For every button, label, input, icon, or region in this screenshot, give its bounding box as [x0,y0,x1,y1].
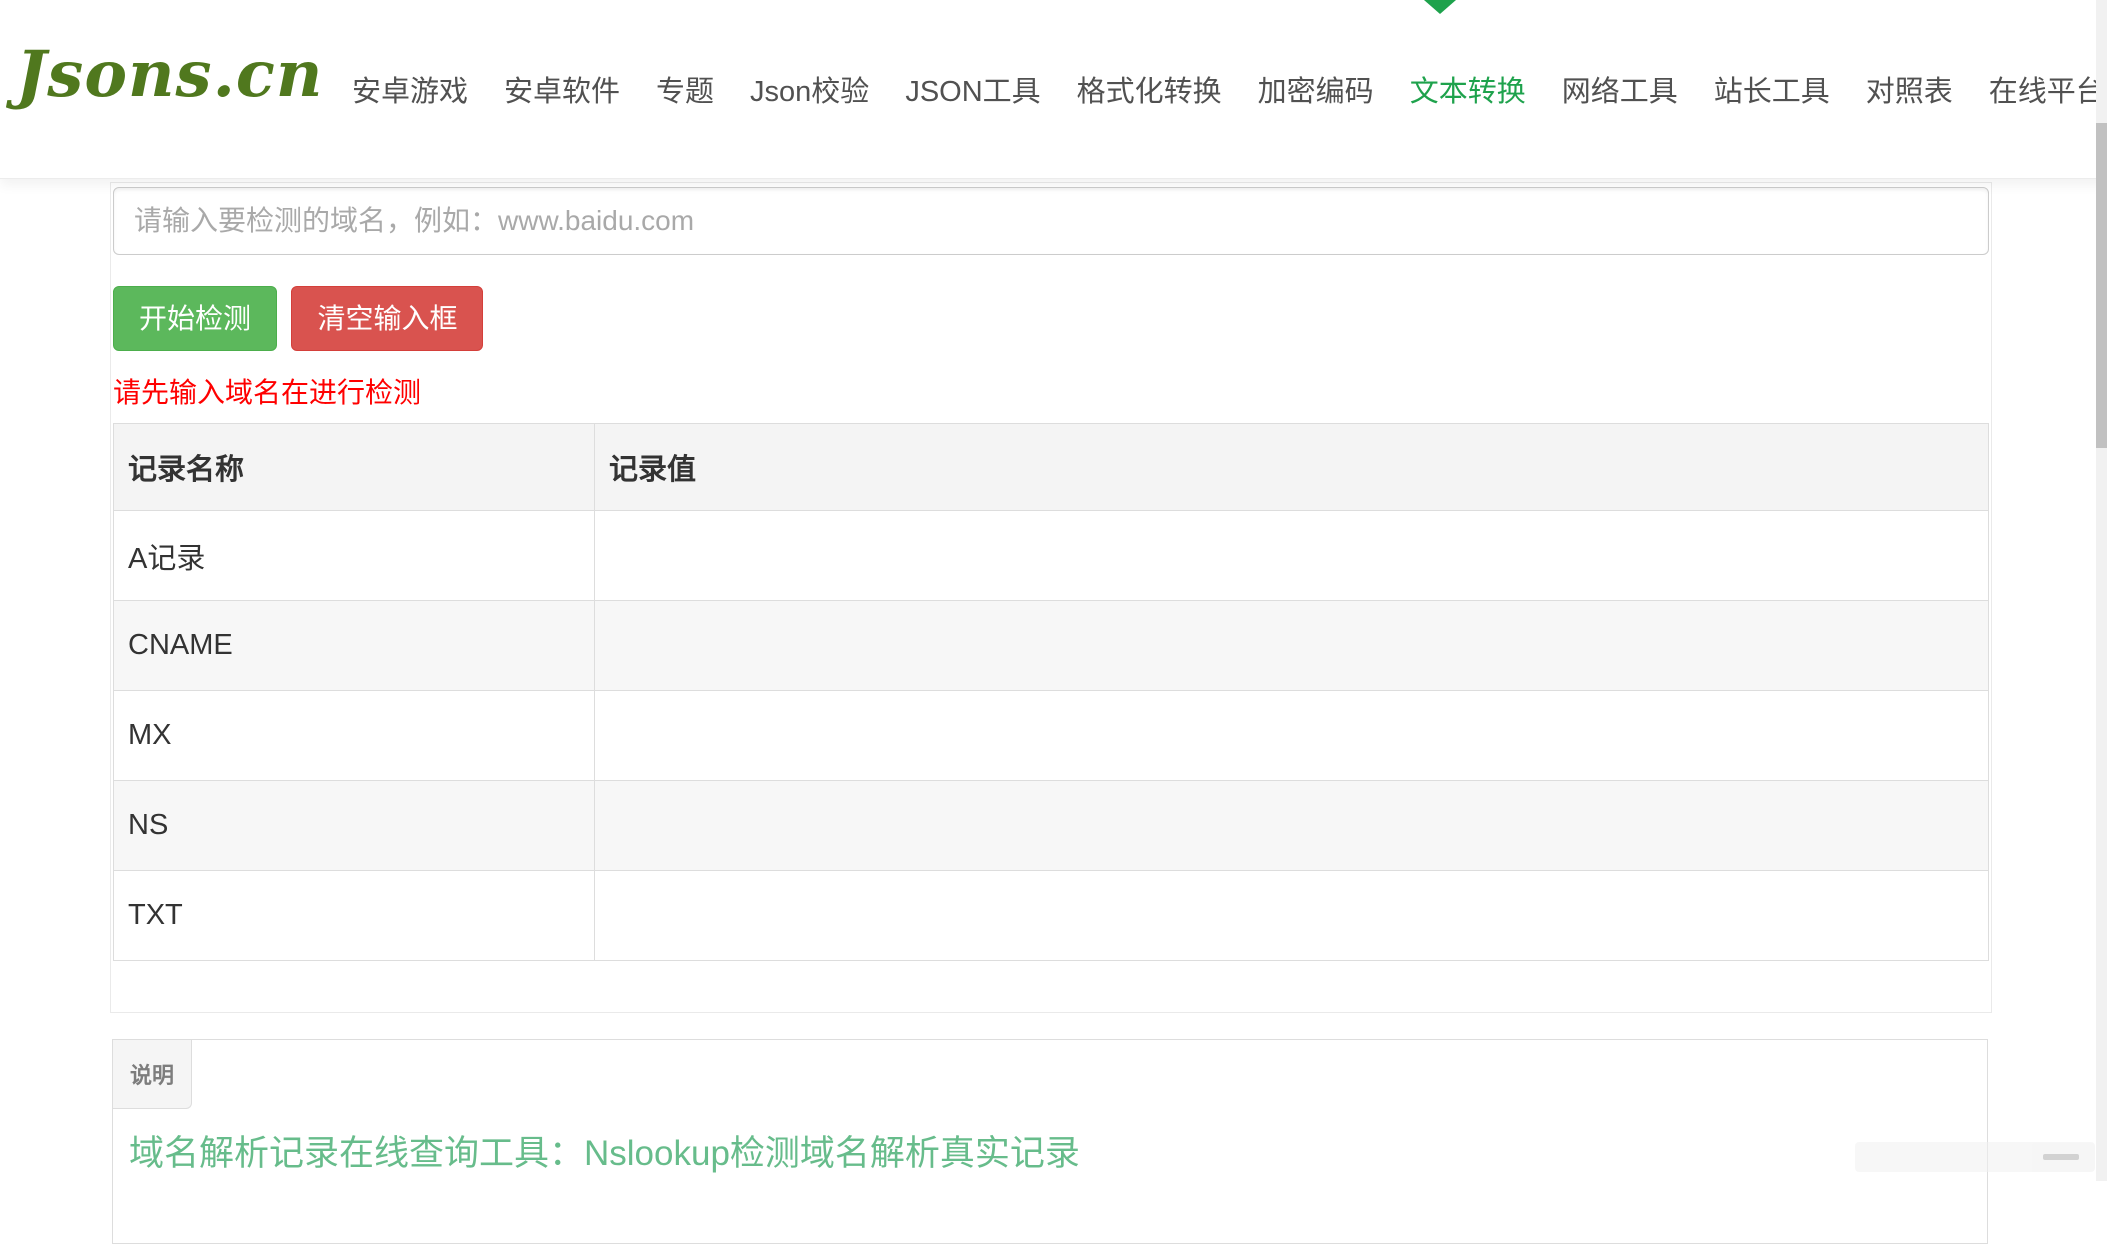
scrollbar-track[interactable] [2096,0,2107,1181]
main-nav: 安卓游戏 安卓软件 专题 Json校验 JSON工具 格式化转换 加密编码 文本转换 网络工具站… [334,0,2107,178]
note-title: 域名解析记录在线查询工具：Nslookup检测域名解析真实记录 [129,1134,1080,1173]
column-header-record-name: 记录名称 [113,423,595,511]
record-name-cell: MX [113,690,595,781]
table-row: A记录 [113,510,1989,601]
nav-item-8[interactable]: 网络工具 [1544,68,1696,110]
record-name-cell: NS [113,780,595,871]
scrollbar-thumb[interactable] [2096,123,2107,448]
active-nav-arrow-icon [1424,0,1456,14]
site-logo[interactable]: Jsons.cn [16,30,323,120]
dns-records-table: 记录名称 记录值 A记录 CNAME MX NS TXT [113,423,1989,961]
clear-input-button[interactable]: 清空输入框 [291,286,484,351]
start-check-button[interactable]: 开始检测 [113,286,278,351]
nav-item-1[interactable]: 安卓软件 [486,68,638,110]
column-header-record-value: 记录值 [594,423,1989,511]
table-row: NS [113,780,1989,871]
site-header: Jsons.cn 安卓游戏 安卓软件 专题 Json校验 JSON工具 格式化转换 加密编码… [0,0,2107,179]
nav-item-5[interactable]: 格式化转换 [1059,68,1240,110]
record-name-cell: A记录 [113,510,595,601]
record-name-cell: TXT [113,870,595,961]
nav-item-2[interactable]: 专题 [638,68,732,110]
note-tab: 说明 [113,1040,192,1109]
lookup-tool-card: 开始检测 清空输入框 请先输入域名在进行检测 记录名称 记录值 A记录CNAME… [110,182,1992,1013]
domain-input[interactable] [113,187,1989,255]
nav-item-0[interactable]: 安卓游戏 [334,68,486,110]
floating-widget [1855,1142,2095,1172]
nav-item-11[interactable]: 在线平台 [1971,68,2107,110]
nav-item-10[interactable]: 对照表 [1848,68,1971,110]
record-value-cell [594,510,1989,601]
nav-item-3[interactable]: Json校验 [732,68,887,110]
record-value-cell [594,780,1989,871]
nav-item-9[interactable]: 站长工具 [1696,68,1848,110]
warning-message: 请先输入域名在进行检测 [113,377,422,408]
record-value-cell [594,870,1989,961]
record-value-cell [594,600,1989,691]
table-row: CNAME [113,600,1989,691]
table-row: TXT [113,870,1989,961]
nav-item-4[interactable]: JSON工具 [887,68,1058,110]
nav-item-7[interactable]: 文本转换 [1392,68,1544,110]
record-name-cell: CNAME [113,600,595,691]
note-panel: 说明 域名解析记录在线查询工具：Nslookup检测域名解析真实记录 [112,1039,1988,1244]
table-header-row: 记录名称 记录值 [113,423,1989,511]
record-value-cell [594,690,1989,781]
table-row: MX [113,690,1989,781]
widget-dash-icon [2043,1154,2079,1160]
button-row: 开始检测 清空输入框 [113,286,1989,351]
nav-item-6[interactable]: 加密编码 [1240,68,1392,110]
